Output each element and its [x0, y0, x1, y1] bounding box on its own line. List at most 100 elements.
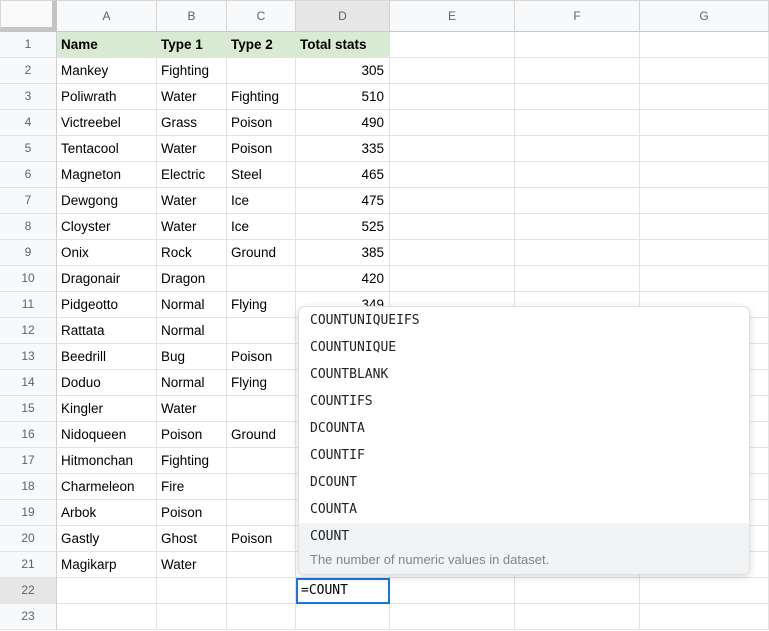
- column-header-G[interactable]: G: [640, 0, 769, 32]
- cell-A18[interactable]: Charmeleon: [57, 474, 157, 500]
- cell-B10[interactable]: Dragon: [157, 266, 227, 292]
- cell-B6[interactable]: Electric: [157, 162, 227, 188]
- cell-B23[interactable]: [157, 604, 227, 630]
- cell-C14[interactable]: Flying: [227, 370, 296, 396]
- active-cell-input[interactable]: =COUNT: [296, 578, 390, 604]
- row-header-23[interactable]: 23: [0, 604, 57, 630]
- cell-G5[interactable]: [640, 136, 769, 162]
- column-header-B[interactable]: B: [157, 0, 227, 32]
- cell-D2[interactable]: 305: [296, 58, 390, 84]
- cell-E8[interactable]: [390, 214, 515, 240]
- cell-E5[interactable]: [390, 136, 515, 162]
- cell-B5[interactable]: Water: [157, 136, 227, 162]
- row-header-3[interactable]: 3: [0, 84, 57, 110]
- cell-C11[interactable]: Flying: [227, 292, 296, 318]
- cell-F8[interactable]: [515, 214, 640, 240]
- cell-F2[interactable]: [515, 58, 640, 84]
- cell-A23[interactable]: [57, 604, 157, 630]
- cell-A1[interactable]: Name: [57, 32, 157, 58]
- cell-A13[interactable]: Beedrill: [57, 344, 157, 370]
- cell-C19[interactable]: [227, 500, 296, 526]
- cell-B16[interactable]: Poison: [157, 422, 227, 448]
- cell-E2[interactable]: [390, 58, 515, 84]
- column-header-C[interactable]: C: [227, 0, 296, 32]
- row-header-13[interactable]: 13: [0, 344, 57, 370]
- cell-B15[interactable]: Water: [157, 396, 227, 422]
- cell-A20[interactable]: Gastly: [57, 526, 157, 552]
- row-header-2[interactable]: 2: [0, 58, 57, 84]
- cell-G8[interactable]: [640, 214, 769, 240]
- cell-F9[interactable]: [515, 240, 640, 266]
- cell-E1[interactable]: [390, 32, 515, 58]
- autocomplete-item-selected[interactable]: COUNT The number of numeric values in da…: [299, 523, 749, 574]
- cell-C4[interactable]: Poison: [227, 110, 296, 136]
- column-header-D[interactable]: D: [296, 0, 390, 32]
- autocomplete-item[interactable]: COUNTUNIQUE: [299, 334, 749, 361]
- cell-B2[interactable]: Fighting: [157, 58, 227, 84]
- cell-G22[interactable]: [640, 578, 769, 604]
- cell-B18[interactable]: Fire: [157, 474, 227, 500]
- autocomplete-item[interactable]: COUNTBLANK: [299, 361, 749, 388]
- cell-E9[interactable]: [390, 240, 515, 266]
- cell-B20[interactable]: Ghost: [157, 526, 227, 552]
- cell-B9[interactable]: Rock: [157, 240, 227, 266]
- row-header-16[interactable]: 16: [0, 422, 57, 448]
- cell-G4[interactable]: [640, 110, 769, 136]
- cell-A2[interactable]: Mankey: [57, 58, 157, 84]
- autocomplete-item[interactable]: COUNTUNIQUEIFS: [299, 307, 749, 334]
- cell-E4[interactable]: [390, 110, 515, 136]
- cell-F23[interactable]: [515, 604, 640, 630]
- cell-G6[interactable]: [640, 162, 769, 188]
- cell-B17[interactable]: Fighting: [157, 448, 227, 474]
- row-header-17[interactable]: 17: [0, 448, 57, 474]
- row-header-19[interactable]: 19: [0, 500, 57, 526]
- autocomplete-item[interactable]: COUNTIF: [299, 442, 749, 469]
- autocomplete-item[interactable]: DCOUNT: [299, 469, 749, 496]
- row-header-21[interactable]: 21: [0, 552, 57, 578]
- cell-B13[interactable]: Bug: [157, 344, 227, 370]
- cell-E3[interactable]: [390, 84, 515, 110]
- cell-C5[interactable]: Poison: [227, 136, 296, 162]
- cell-D23[interactable]: [296, 604, 390, 630]
- cell-G23[interactable]: [640, 604, 769, 630]
- cell-D7[interactable]: 475: [296, 188, 390, 214]
- cell-A12[interactable]: Rattata: [57, 318, 157, 344]
- cell-A15[interactable]: Kingler: [57, 396, 157, 422]
- cell-C13[interactable]: Poison: [227, 344, 296, 370]
- cell-G2[interactable]: [640, 58, 769, 84]
- cell-C15[interactable]: [227, 396, 296, 422]
- row-header-15[interactable]: 15: [0, 396, 57, 422]
- column-header-F[interactable]: F: [515, 0, 640, 32]
- cell-D3[interactable]: 510: [296, 84, 390, 110]
- cell-C23[interactable]: [227, 604, 296, 630]
- cell-C3[interactable]: Fighting: [227, 84, 296, 110]
- cell-F10[interactable]: [515, 266, 640, 292]
- cell-C16[interactable]: Ground: [227, 422, 296, 448]
- cell-D4[interactable]: 490: [296, 110, 390, 136]
- row-header-9[interactable]: 9: [0, 240, 57, 266]
- row-header-11[interactable]: 11: [0, 292, 57, 318]
- cell-E22[interactable]: [390, 578, 515, 604]
- cell-A10[interactable]: Dragonair: [57, 266, 157, 292]
- cell-A19[interactable]: Arbok: [57, 500, 157, 526]
- cell-G7[interactable]: [640, 188, 769, 214]
- cell-C8[interactable]: Ice: [227, 214, 296, 240]
- row-header-4[interactable]: 4: [0, 110, 57, 136]
- cell-A3[interactable]: Poliwrath: [57, 84, 157, 110]
- cell-D1[interactable]: Total stats: [296, 32, 390, 58]
- cell-D10[interactable]: 420: [296, 266, 390, 292]
- cell-B4[interactable]: Grass: [157, 110, 227, 136]
- cell-G9[interactable]: [640, 240, 769, 266]
- cell-D8[interactable]: 525: [296, 214, 390, 240]
- autocomplete-item[interactable]: COUNTIFS: [299, 388, 749, 415]
- cell-B21[interactable]: Water: [157, 552, 227, 578]
- autocomplete-item[interactable]: COUNTA: [299, 496, 749, 523]
- cell-A8[interactable]: Cloyster: [57, 214, 157, 240]
- cell-C17[interactable]: [227, 448, 296, 474]
- cell-B8[interactable]: Water: [157, 214, 227, 240]
- cell-B19[interactable]: Poison: [157, 500, 227, 526]
- cell-D5[interactable]: 335: [296, 136, 390, 162]
- row-header-1[interactable]: 1: [0, 32, 57, 58]
- cell-C21[interactable]: [227, 552, 296, 578]
- cell-E7[interactable]: [390, 188, 515, 214]
